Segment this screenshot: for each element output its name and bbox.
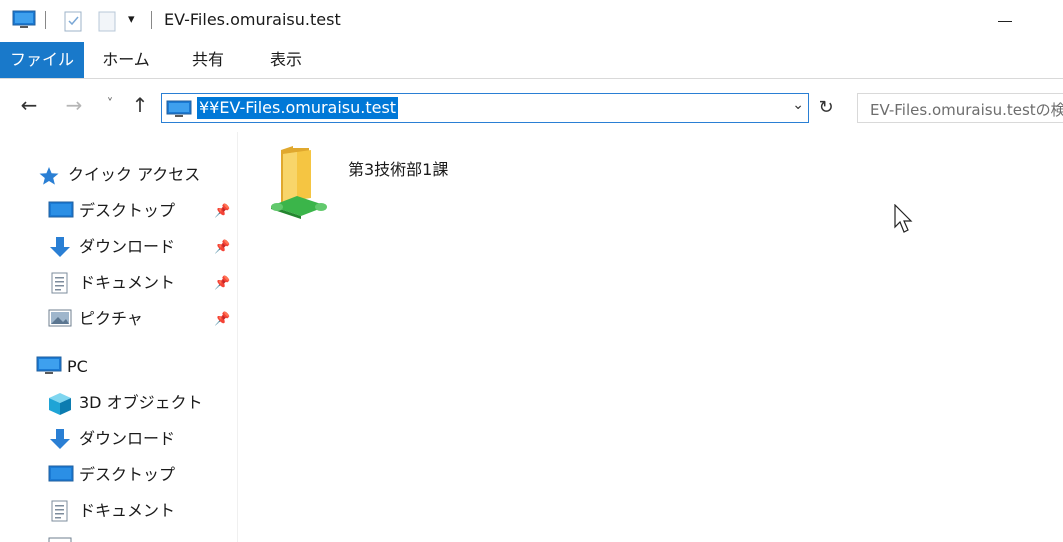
pin-icon[interactable]: 📌 [214, 204, 230, 219]
title-bar: ▾ EV-Files.omuraisu.test [0, 0, 1063, 42]
nav-item-label: ドキュメント [79, 501, 176, 520]
refresh-icon[interactable]: ↻ [812, 93, 840, 123]
search-placeholder: EV-Files.omuraisu.testの検 [870, 101, 1063, 119]
nav-item-3d-objects[interactable]: 3D オブジェクト [48, 388, 237, 418]
folder-label[interactable]: 第3技術部1課 [348, 156, 448, 180]
search-input[interactable]: EV-Files.omuraisu.testの検 [857, 93, 1063, 123]
content-pane: 第3技術部1課 [239, 132, 1063, 542]
back-arrow-icon[interactable]: ← [15, 92, 43, 118]
pin-icon[interactable]: 📌 [214, 276, 230, 291]
mouse-cursor-icon [894, 203, 914, 238]
navigation-pane: クイック アクセス デスクトップ 📌 ダウンロード 📌 ドキュメント 📌 ピクチ… [0, 132, 238, 542]
up-arrow-icon[interactable]: ↑ [127, 92, 153, 118]
address-path[interactable]: ¥¥EV-Files.omuraisu.test [197, 97, 399, 119]
nav-item-label: ダウンロード [79, 237, 176, 256]
nav-item-downloads[interactable]: ダウンロード [48, 232, 237, 262]
download-icon [48, 236, 72, 258]
window-title: EV-Files.omuraisu.test [164, 10, 341, 29]
picture-icon [48, 536, 72, 542]
tab-file[interactable]: ファイル [0, 42, 84, 78]
nav-item-pictures[interactable]: ピクチャ [48, 304, 237, 334]
address-row: ← → ˅ ↑ ¥¥EV-Files.omuraisu.test ⌄ ↻ EV-… [0, 80, 1063, 132]
customize-toolbar-dropdown-icon[interactable]: ▾ [128, 12, 135, 27]
nav-item-label: デスクトップ [79, 465, 176, 484]
desktop-icon [48, 464, 74, 486]
nav-item-label: ドキュメント [79, 273, 176, 292]
network-computer-icon [166, 100, 192, 122]
recent-locations-icon[interactable]: ˅ [101, 92, 119, 118]
title-separator [151, 11, 152, 29]
tab-share[interactable]: 共有 [180, 42, 236, 78]
document-icon [48, 500, 72, 522]
download-icon [48, 428, 72, 450]
new-folder-icon[interactable] [96, 10, 118, 36]
nav-item-pictures[interactable] [48, 532, 237, 542]
nav-item-documents[interactable]: ドキュメント [48, 496, 237, 526]
pin-icon[interactable]: 📌 [214, 240, 230, 255]
forward-arrow-icon[interactable]: → [60, 92, 88, 118]
nav-item-label: デスクトップ [79, 201, 176, 220]
address-bar[interactable]: ¥¥EV-Files.omuraisu.test ⌄ [161, 93, 809, 123]
network-share-folder-icon[interactable] [267, 144, 331, 220]
tab-home[interactable]: ホーム [95, 42, 157, 78]
pin-icon[interactable]: 📌 [214, 312, 230, 327]
nav-quick-access[interactable]: クイック アクセス [38, 160, 228, 190]
picture-icon [48, 308, 72, 330]
nav-item-label: ピクチャ [79, 309, 143, 328]
chevron-down-icon[interactable]: ⌄ [792, 97, 804, 113]
nav-item-label: 3D オブジェクト [79, 393, 203, 412]
nav-item-downloads[interactable]: ダウンロード [48, 424, 237, 454]
star-icon [38, 166, 62, 188]
nav-item-desktop[interactable]: デスクトップ [48, 460, 237, 490]
3d-objects-icon [48, 392, 72, 415]
nav-item-label: PC [67, 357, 88, 376]
nav-item-documents[interactable]: ドキュメント [48, 268, 237, 298]
nav-quick-access-label: クイック アクセス [68, 165, 201, 184]
document-icon [48, 272, 72, 294]
properties-icon[interactable] [62, 10, 84, 36]
computer-icon [36, 356, 62, 378]
tab-view[interactable]: 表示 [258, 42, 314, 78]
ribbon-tabs: ファイル ホーム 共有 表示 [0, 42, 1063, 79]
nav-item-label: ダウンロード [79, 429, 176, 448]
nav-item-pc[interactable]: PC [36, 352, 226, 382]
computer-icon[interactable] [12, 10, 36, 34]
desktop-icon [48, 200, 74, 222]
title-separator [45, 11, 46, 29]
nav-item-desktop[interactable]: デスクトップ [48, 196, 237, 226]
minimize-button[interactable] [998, 21, 1012, 22]
